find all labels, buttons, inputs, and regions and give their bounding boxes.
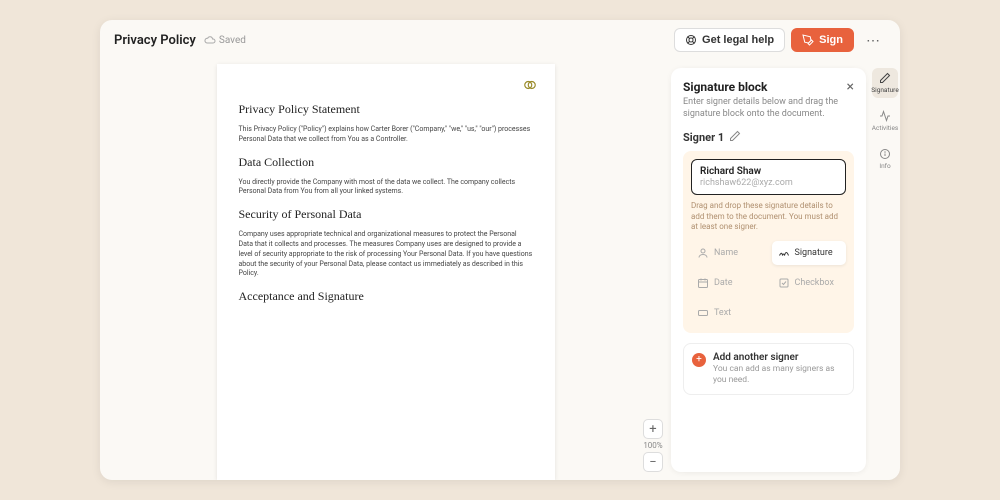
close-icon: × xyxy=(847,79,854,95)
section-heading: Data Collection xyxy=(239,155,533,170)
signer-number-label: Signer 1 xyxy=(683,131,724,144)
signer-heading: Signer 1 xyxy=(683,130,854,145)
saved-indicator: Saved xyxy=(204,34,246,46)
signature-panel: Signature block × Enter signer details b… xyxy=(671,68,866,472)
edit-signer-button[interactable] xyxy=(729,130,741,145)
close-panel-button[interactable]: × xyxy=(847,80,854,94)
signer-name-value: Richard Shaw xyxy=(700,166,837,177)
section-heading: Acceptance and Signature xyxy=(239,289,533,304)
section-heading: Privacy Policy Statement xyxy=(239,102,533,117)
more-menu-button[interactable]: ⋯ xyxy=(860,28,886,53)
company-logo-icon xyxy=(523,78,537,92)
add-signer-button[interactable]: + Add another signer You can add as many… xyxy=(683,343,854,395)
pencil-icon xyxy=(729,130,741,142)
saved-label: Saved xyxy=(219,35,246,46)
drag-field-grid: Name Signature Date Checkbox xyxy=(691,241,846,325)
cloud-icon xyxy=(204,34,216,46)
info-icon xyxy=(879,148,891,160)
zoom-out-button[interactable]: − xyxy=(643,452,663,472)
zoom-in-button[interactable]: + xyxy=(643,419,663,439)
header-bar: Privacy Policy Saved Get legal help Sign… xyxy=(100,20,900,60)
section-body: Company uses appropriate technical and o… xyxy=(239,230,533,279)
drag-checkbox-field[interactable]: Checkbox xyxy=(772,271,847,295)
dots-icon: ⋯ xyxy=(866,32,880,48)
section-heading: Security of Personal Data xyxy=(239,207,533,222)
add-signer-title: Add another signer xyxy=(713,352,845,363)
rail-label: Activities xyxy=(872,124,899,132)
lifebuoy-icon xyxy=(685,34,697,46)
drag-item-label: Signature xyxy=(795,248,833,258)
drag-item-label: Text xyxy=(714,308,731,318)
section-body: You directly provide the Company with mo… xyxy=(239,178,533,198)
calendar-icon xyxy=(697,277,709,289)
right-rail: Signature Activities Info xyxy=(870,60,900,480)
pen-icon xyxy=(802,34,814,46)
add-signer-sub: You can add as many signers as you need. xyxy=(713,364,845,386)
plus-icon: + xyxy=(692,353,706,367)
zoom-controls: + 100% − xyxy=(643,419,663,472)
rail-signature-tab[interactable]: Signature xyxy=(872,68,898,98)
drag-item-label: Name xyxy=(714,248,738,258)
signer-details-input[interactable]: Richard Shaw richshaw622@xyz.com xyxy=(691,159,846,195)
app-window: Privacy Policy Saved Get legal help Sign… xyxy=(100,20,900,480)
text-icon xyxy=(697,307,709,319)
sign-button[interactable]: Sign xyxy=(791,28,854,52)
panel-title: Signature block xyxy=(683,80,767,94)
signer-card: Richard Shaw richshaw622@xyz.com Drag an… xyxy=(683,151,854,332)
zoom-level: 100% xyxy=(643,441,662,450)
activity-icon xyxy=(879,110,891,122)
drag-signature-field[interactable]: Signature xyxy=(772,241,847,265)
rail-info-tab[interactable]: Info xyxy=(872,144,898,174)
legal-help-label: Get legal help xyxy=(702,34,774,46)
document-title: Privacy Policy xyxy=(114,33,196,48)
checkbox-icon xyxy=(778,277,790,289)
main-area: Privacy Policy Statement This Privacy Po… xyxy=(100,60,900,480)
rail-label: Signature xyxy=(871,86,899,94)
drag-item-label: Date xyxy=(714,278,733,288)
drag-text-field[interactable]: Text xyxy=(691,301,769,325)
rail-activities-tab[interactable]: Activities xyxy=(872,106,898,136)
person-icon xyxy=(697,247,709,259)
drag-date-field[interactable]: Date xyxy=(691,271,766,295)
drag-item-label: Checkbox xyxy=(795,278,834,288)
signer-email-value: richshaw622@xyz.com xyxy=(700,178,837,188)
document-viewport[interactable]: Privacy Policy Statement This Privacy Po… xyxy=(100,60,671,480)
panel-subtitle: Enter signer details below and drag the … xyxy=(683,97,854,120)
sign-label: Sign xyxy=(819,34,843,46)
get-legal-help-button[interactable]: Get legal help xyxy=(674,28,785,52)
drag-name-field[interactable]: Name xyxy=(691,241,766,265)
signature-icon xyxy=(778,247,790,259)
drag-hint: Drag and drop these signature details to… xyxy=(691,201,846,232)
section-body: This Privacy Policy ("Policy") explains … xyxy=(239,125,533,145)
rail-label: Info xyxy=(879,162,890,170)
document-page: Privacy Policy Statement This Privacy Po… xyxy=(217,64,555,480)
pen-icon xyxy=(879,72,891,84)
